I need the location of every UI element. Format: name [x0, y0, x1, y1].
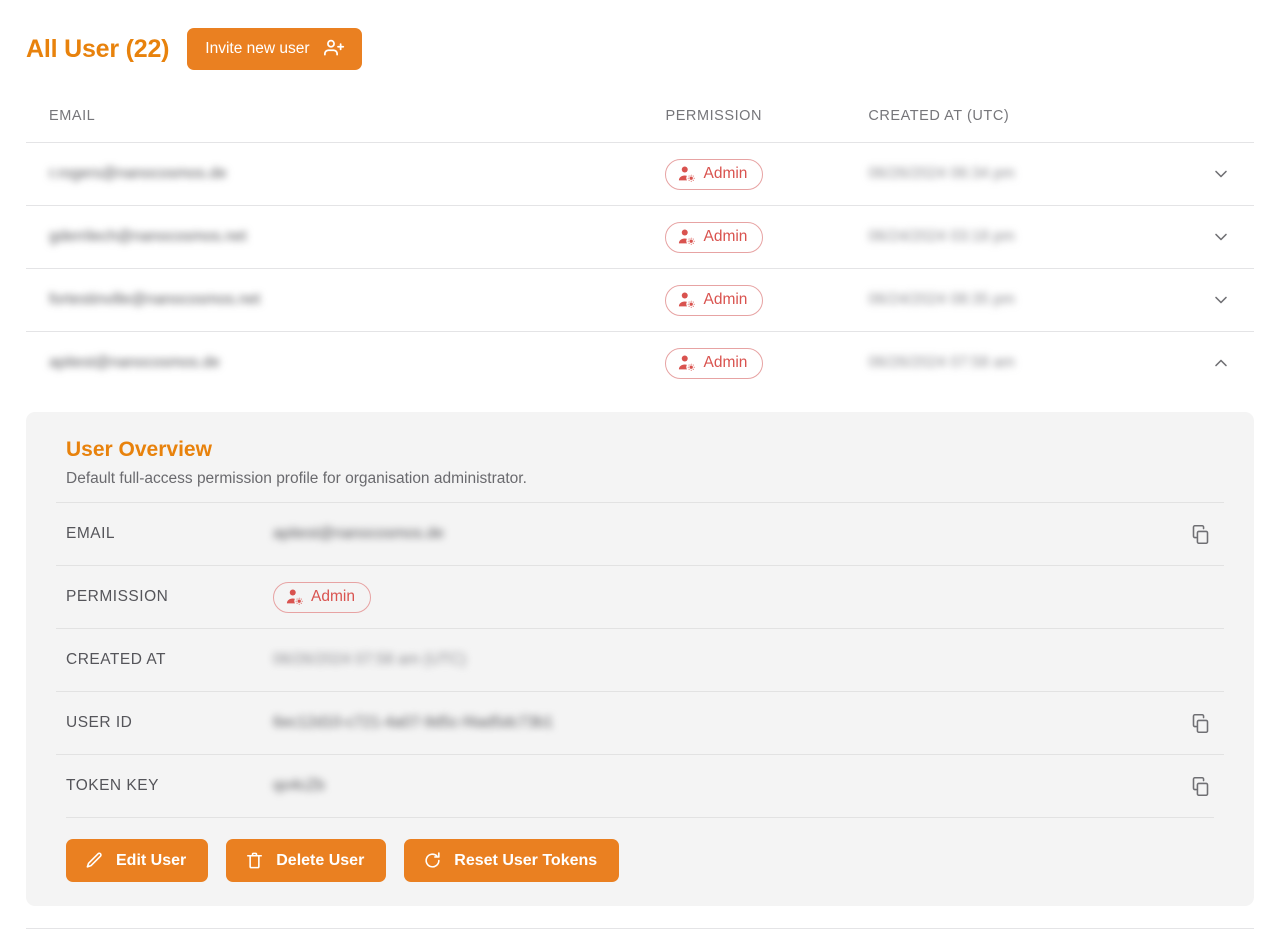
- detail-value: qo4cZb: [273, 777, 1186, 795]
- permission-label: Admin: [703, 164, 748, 182]
- detail-label: EMAIL: [66, 525, 116, 542]
- invite-new-user-button[interactable]: Invite new user: [187, 28, 362, 70]
- created-at-value: 06/24/2024 03:18 pm: [868, 228, 1015, 245]
- cell-email: apitest@nanocosmos.de: [26, 354, 665, 372]
- user-management-card: All User (22) Invite new user EMAIL PERM…: [0, 0, 1280, 939]
- table-row-expanded[interactable]: apitest@nanocosmos.de Admin 06/26/2024 0…: [26, 331, 1254, 394]
- user-email-value: apitest@nanocosmos.de: [273, 525, 444, 542]
- panel-subtitle: Default full-access permission profile f…: [66, 470, 527, 487]
- user-plus-icon: [323, 38, 345, 59]
- detail-label: PERMISSION: [66, 588, 169, 605]
- permission-label: Admin: [703, 353, 748, 371]
- page-title: All User (22): [26, 34, 170, 63]
- detail-label: USER ID: [66, 714, 133, 731]
- column-header-permission: PERMISSION: [665, 108, 763, 124]
- user-email-value: fortestinville@nanocosmos.net: [49, 291, 261, 308]
- created-at-value: 06/26/2024 07:58 am (UTC): [273, 651, 466, 668]
- reset-user-tokens-label: Reset User Tokens: [454, 851, 598, 869]
- detail-row-email: EMAIL apitest@nanocosmos.de: [56, 502, 1224, 565]
- copy-icon: [1190, 776, 1211, 797]
- detail-row-permission: PERMISSION Admin: [56, 565, 1224, 628]
- table-row[interactable]: r.rogers@nanocosmos.de Admin 06/26/2024 …: [26, 142, 1254, 205]
- status-badge: Admin: [665, 347, 764, 379]
- chevron-up-icon: [1211, 353, 1231, 373]
- created-at-value: 06/24/2024 08:35 pm: [868, 291, 1015, 308]
- cell-created-at: 06/24/2024 08:35 pm: [868, 291, 1188, 309]
- user-table: EMAIL PERMISSION CREATED AT (UTC) r.roge…: [0, 96, 1280, 394]
- detail-label: TOKEN KEY: [66, 777, 159, 794]
- delete-user-button[interactable]: Delete User: [226, 839, 387, 882]
- edit-user-button[interactable]: Edit User: [66, 839, 209, 882]
- column-header-created-at: CREATED AT (UTC): [868, 108, 1010, 124]
- copy-icon: [1190, 713, 1211, 734]
- detail-row-user-id: USER ID 6ec12d10-c721-4a07-9d5c-f4ad5dc7…: [56, 691, 1224, 754]
- cell-permission: Admin: [665, 158, 868, 190]
- invite-new-user-label: Invite new user: [205, 39, 310, 57]
- chevron-down-icon: [1211, 164, 1231, 184]
- copy-user-id-button[interactable]: [1186, 709, 1214, 737]
- token-key-value: qo4cZb: [273, 777, 325, 794]
- cell-created-at: 06/26/2024 06:34 pm: [868, 165, 1188, 183]
- admin-user-icon: [678, 291, 696, 309]
- detail-row-token-key: TOKEN KEY qo4cZb: [56, 754, 1224, 817]
- detail-label: CREATED AT: [66, 651, 167, 668]
- user-email-value: r.rogers@nanocosmos.de: [49, 165, 227, 182]
- detail-value: 06/26/2024 07:58 am (UTC): [273, 651, 1186, 669]
- permission-label: Admin: [311, 587, 355, 605]
- pencil-icon: [85, 851, 104, 870]
- table-row[interactable]: fortestinville@nanocosmos.net Admin 06/2…: [26, 268, 1254, 331]
- panel-actions: Edit User Delete User Reset User Tokens: [66, 817, 1214, 882]
- user-overview-panel: User Overview Default full-access permis…: [26, 412, 1254, 906]
- created-at-value: 06/26/2024 06:34 pm: [868, 165, 1015, 182]
- table-header-row: EMAIL PERMISSION CREATED AT (UTC): [26, 96, 1254, 142]
- status-badge: Admin: [273, 581, 371, 613]
- admin-user-icon: [678, 228, 696, 246]
- cell-permission: Admin: [665, 347, 868, 379]
- collapse-row-button[interactable]: [1188, 353, 1254, 373]
- cell-email: r.rogers@nanocosmos.de: [26, 165, 665, 183]
- user-email-value: gderrilech@nanocosmos.net: [49, 228, 247, 245]
- user-id-value: 6ec12d10-c721-4a07-9d5c-f4ad5dc73b1: [273, 714, 554, 731]
- panel-title: User Overview: [66, 438, 212, 461]
- admin-user-icon: [286, 588, 304, 606]
- cell-permission: Admin: [665, 284, 868, 316]
- chevron-down-icon: [1211, 290, 1231, 310]
- expand-row-button[interactable]: [1188, 164, 1254, 184]
- status-badge: Admin: [665, 284, 764, 316]
- copy-placeholder: [1186, 583, 1214, 611]
- copy-email-button[interactable]: [1186, 520, 1214, 548]
- cell-created-at: 06/26/2024 07:58 am: [868, 354, 1188, 372]
- admin-user-icon: [678, 165, 696, 183]
- permission-label: Admin: [703, 290, 748, 308]
- trash-icon: [245, 851, 264, 870]
- column-header-email: EMAIL: [49, 108, 96, 124]
- chevron-down-icon: [1211, 227, 1231, 247]
- created-at-value: 06/26/2024 07:58 am: [868, 354, 1015, 371]
- refresh-icon: [423, 851, 442, 870]
- page-header: All User (22) Invite new user: [0, 0, 1280, 72]
- table-row[interactable]: gderrilech@nanocosmos.net Admin 06/24/20…: [26, 205, 1254, 268]
- detail-value: apitest@nanocosmos.de: [273, 525, 1186, 543]
- copy-placeholder: [1186, 646, 1214, 674]
- detail-value: 6ec12d10-c721-4a07-9d5c-f4ad5dc73b1: [273, 714, 1186, 732]
- copy-token-key-button[interactable]: [1186, 772, 1214, 800]
- status-badge: Admin: [665, 221, 764, 253]
- copy-icon: [1190, 524, 1211, 545]
- expand-row-button[interactable]: [1188, 227, 1254, 247]
- cell-email: fortestinville@nanocosmos.net: [26, 291, 665, 309]
- detail-value: Admin: [273, 581, 1186, 613]
- cell-email: gderrilech@nanocosmos.net: [26, 228, 665, 246]
- cell-created-at: 06/24/2024 03:18 pm: [868, 228, 1188, 246]
- expand-row-button[interactable]: [1188, 290, 1254, 310]
- cell-permission: Admin: [665, 221, 868, 253]
- admin-user-icon: [678, 354, 696, 372]
- detail-row-created-at: CREATED AT 06/26/2024 07:58 am (UTC): [56, 628, 1224, 691]
- reset-user-tokens-button[interactable]: Reset User Tokens: [404, 839, 620, 882]
- bottom-divider: [26, 928, 1254, 929]
- status-badge: Admin: [665, 158, 764, 190]
- permission-label: Admin: [703, 227, 748, 245]
- delete-user-label: Delete User: [276, 851, 365, 869]
- edit-user-label: Edit User: [116, 851, 187, 869]
- user-email-value: apitest@nanocosmos.de: [49, 354, 220, 371]
